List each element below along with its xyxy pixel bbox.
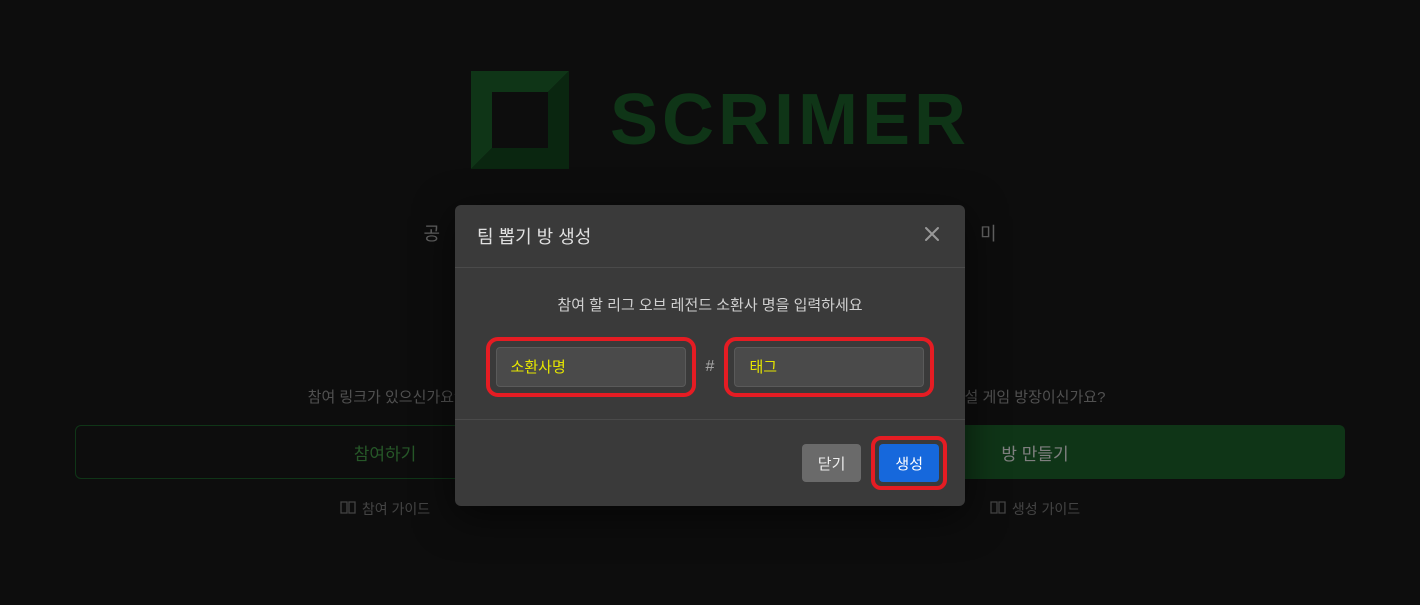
modal-header: 팀 뽑기 방 생성 (455, 205, 965, 268)
hash-separator: # (704, 358, 717, 376)
modal-footer: 닫기 생성 (455, 420, 965, 506)
close-icon[interactable] (921, 223, 943, 249)
modal-title: 팀 뽑기 방 생성 (477, 223, 591, 249)
modal-body: 참여 할 리그 오브 레전드 소환사 명을 입력하세요 # (455, 268, 965, 420)
tag-input[interactable] (734, 347, 924, 387)
tag-highlight (724, 337, 934, 397)
summoner-name-input[interactable] (496, 347, 686, 387)
create-room-modal: 팀 뽑기 방 생성 참여 할 리그 오브 레전드 소환사 명을 입력하세요 # … (455, 205, 965, 506)
input-row: # (477, 337, 943, 397)
create-button[interactable]: 생성 (879, 444, 939, 482)
create-highlight: 생성 (871, 436, 947, 490)
modal-instruction: 참여 할 리그 오브 레전드 소환사 명을 입력하세요 (477, 294, 943, 315)
cancel-button[interactable]: 닫기 (802, 444, 862, 482)
summoner-highlight (486, 337, 696, 397)
modal-overlay: 팀 뽑기 방 생성 참여 할 리그 오브 레전드 소환사 명을 입력하세요 # … (0, 0, 1420, 605)
